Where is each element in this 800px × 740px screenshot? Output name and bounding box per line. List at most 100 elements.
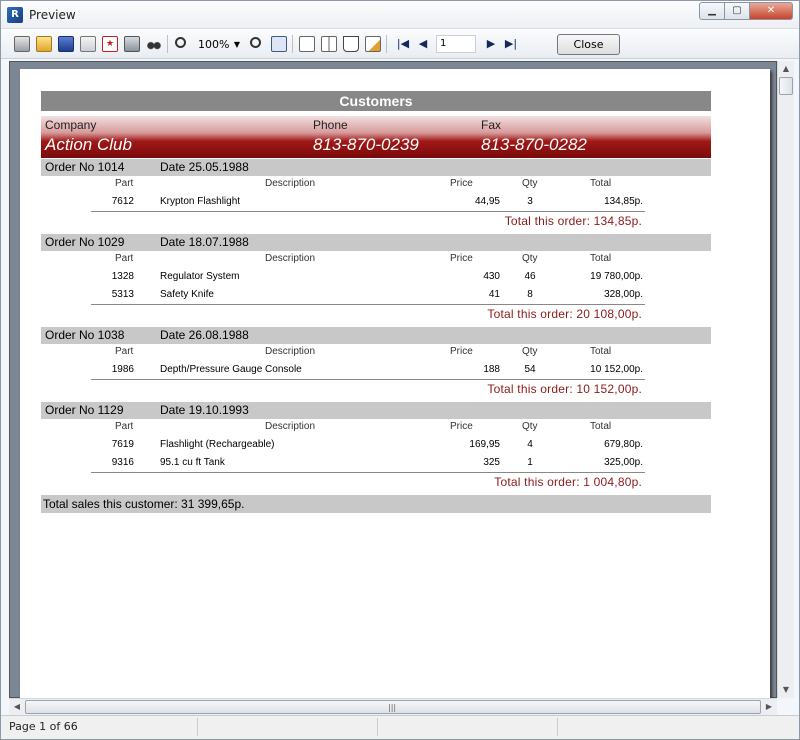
page-number-input[interactable]: 1 <box>436 35 476 53</box>
minimize-button[interactable]: ▁ <box>699 2 725 20</box>
open-icon[interactable] <box>35 35 53 53</box>
customer-total: Total sales this customer: 31 399,65р. <box>41 495 711 513</box>
phone-label: Phone <box>313 118 348 132</box>
cell-description: Krypton Flashlight <box>160 196 241 207</box>
order-header: Order No 1038 Date 26.08.1988 <box>41 327 711 344</box>
status-panel <box>377 718 557 736</box>
order-separator-line <box>91 472 645 473</box>
col-header-description: Description <box>265 178 316 189</box>
order-number: Order No 1029 <box>45 235 125 249</box>
status-panel <box>557 718 797 736</box>
cell-part: 7619 <box>111 439 134 450</box>
toolbar: ★ 100% ▼ |◀ ◀ 1 ▶ ▶| <box>1 29 799 59</box>
export-icon[interactable] <box>79 35 97 53</box>
col-header-description: Description <box>265 253 316 264</box>
vertical-scroll-thumb[interactable] <box>779 77 793 95</box>
page-width-icon[interactable] <box>270 35 288 53</box>
toolbar-separator <box>167 35 168 53</box>
vertical-scrollbar[interactable]: ▲ ▼ <box>777 61 794 698</box>
zoom-select[interactable]: 100% ▼ <box>194 36 244 53</box>
cell-description: Flashlight (Rechargeable) <box>160 439 275 450</box>
cell-total: 10 152,00р. <box>590 364 643 375</box>
next-page-icon[interactable]: ▶ <box>482 35 500 53</box>
phone-value: 813-870-0239 <box>313 135 419 154</box>
horizontal-scrollbar[interactable]: ◀ ||| ▶ <box>9 698 777 715</box>
col-header-total: Total <box>590 346 612 357</box>
order-total: Total this order: 134,85р. <box>504 214 642 228</box>
order-number: Order No 1129 <box>45 403 124 417</box>
cell-price: 41 <box>488 289 500 300</box>
cell-part: 1986 <box>111 364 134 375</box>
fax-label: Fax <box>481 118 502 132</box>
company-name: Action Club <box>45 135 132 154</box>
first-page-icon[interactable]: |◀ <box>394 35 412 53</box>
col-header-total: Total <box>590 178 612 189</box>
print-icon[interactable] <box>13 35 31 53</box>
binoculars-icon[interactable] <box>145 35 163 53</box>
col-header-price: Price <box>450 346 473 357</box>
cell-price: 44,95 <box>474 196 500 207</box>
cell-total: 19 780,00р. <box>590 271 643 282</box>
status-bar: Page 1 of 66 <box>1 715 799 739</box>
order-header: Order No 1129 Date 19.10.1993 <box>41 402 711 419</box>
order-header: Order No 1014 Date 25.05.1988 <box>41 159 711 176</box>
scroll-right-icon[interactable]: ▶ <box>761 699 777 715</box>
cell-price: 325 <box>483 457 500 468</box>
save-icon[interactable] <box>57 35 75 53</box>
cell-part: 5313 <box>111 289 134 300</box>
pdf-icon[interactable]: ★ <box>101 35 119 53</box>
cell-price: 169,95 <box>469 439 500 450</box>
edit-icon[interactable] <box>364 35 382 53</box>
col-header-qty: Qty <box>522 178 538 189</box>
cell-total: 325,00р. <box>604 457 643 468</box>
chevron-down-icon: ▼ <box>233 40 240 49</box>
col-header-total: Total <box>590 421 612 432</box>
cell-description: 95.1 cu ft Tank <box>160 457 225 468</box>
two-pages-icon[interactable] <box>320 35 338 53</box>
company-label: Company <box>45 118 97 132</box>
col-header-part: Part <box>115 178 134 189</box>
cell-total: 679,80р. <box>604 439 643 450</box>
order-total: Total this order: 1 004,80р. <box>494 475 642 489</box>
maximize-button[interactable]: ▢ <box>725 2 750 20</box>
find-icon[interactable] <box>123 35 141 53</box>
col-header-description: Description <box>265 346 316 357</box>
zoom-out-icon[interactable] <box>248 35 266 53</box>
cell-price: 188 <box>483 364 500 375</box>
order-total: Total this order: 20 108,00р. <box>487 307 642 321</box>
page-info: Page 1 of 66 <box>9 720 78 733</box>
window-title: Preview <box>29 8 76 22</box>
cell-total: 328,00р. <box>604 289 643 300</box>
cell-description: Depth/Pressure Gauge Console <box>160 364 302 375</box>
order-separator-line <box>91 379 645 380</box>
col-header-price: Price <box>450 253 473 264</box>
toolbar-separator <box>292 35 293 53</box>
cell-part: 1328 <box>111 271 134 282</box>
scroll-up-icon[interactable]: ▲ <box>778 61 794 77</box>
order-separator-line <box>91 211 645 212</box>
cell-part: 9316 <box>111 457 134 468</box>
book-icon[interactable] <box>342 35 360 53</box>
cell-price: 430 <box>483 271 500 282</box>
scroll-left-icon[interactable]: ◀ <box>9 699 25 715</box>
zoom-in-icon[interactable] <box>173 35 191 53</box>
report-app-icon: R <box>7 7 23 23</box>
preview-area[interactable]: Customers Company Phone Fax Action Club … <box>9 61 777 709</box>
prev-page-icon[interactable]: ◀ <box>414 35 432 53</box>
window-controls: ▁ ▢ ✕ <box>699 2 793 20</box>
cell-description: Safety Knife <box>160 289 214 300</box>
order-date: Date 26.08.1988 <box>160 328 249 342</box>
close-button[interactable]: Close <box>557 34 620 55</box>
horizontal-scroll-thumb[interactable]: ||| <box>25 700 761 714</box>
close-window-button[interactable]: ✕ <box>750 2 793 20</box>
fax-value: 813-870-0282 <box>481 135 587 154</box>
order-separator-line <box>91 304 645 305</box>
col-header-description: Description <box>265 421 316 432</box>
col-header-qty: Qty <box>522 253 538 264</box>
single-page-icon[interactable] <box>298 35 316 53</box>
last-page-icon[interactable]: ▶| <box>502 35 520 53</box>
order-number: Order No 1038 <box>45 328 125 342</box>
col-header-total: Total <box>590 253 612 264</box>
scroll-down-icon[interactable]: ▼ <box>778 682 794 698</box>
toolbar-separator <box>386 35 387 53</box>
